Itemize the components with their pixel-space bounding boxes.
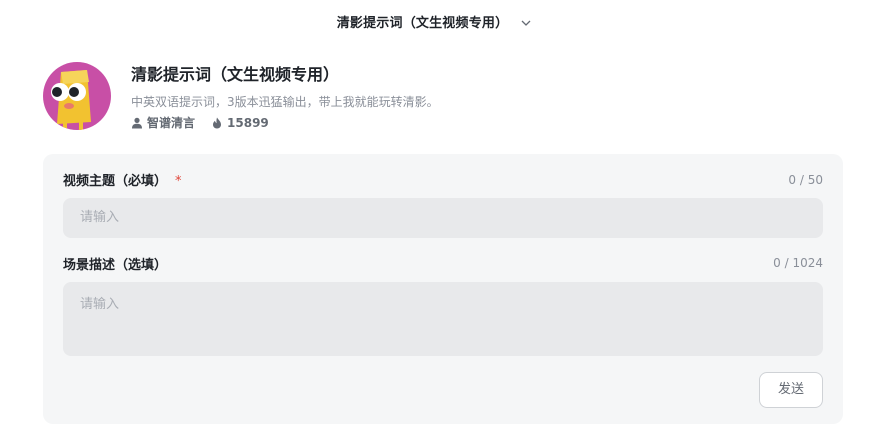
scene-description-textarea[interactable]: 请输入 (63, 282, 823, 356)
agent-author: 智谱清言 (131, 115, 195, 131)
agent-description: 中英双语提示词，3版本迅猛输出，带上我就能玩转清影。 (131, 95, 439, 109)
agent-name: 清影提示词（文生视频专用） (131, 65, 340, 84)
char-counter-scene-description: 0 / 1024 (773, 256, 823, 270)
chevron-down-icon (520, 14, 532, 26)
topbar-title: 清影提示词（文生视频专用） (336, 15, 509, 31)
agent-avatar (43, 62, 111, 130)
heat-count: 15899 (227, 116, 269, 130)
required-mark: * (175, 174, 182, 189)
scene-description-placeholder: 请输入 (80, 297, 120, 312)
video-topic-placeholder: 请输入 (80, 210, 120, 225)
flame-icon (213, 117, 222, 129)
video-topic-input[interactable]: 请输入 (63, 198, 823, 238)
field-label-video-topic: 视频主题（必填） * (63, 174, 182, 189)
char-counter-video-topic: 0 / 50 (788, 173, 823, 187)
form-card: 视频主题（必填） * 0 / 50 请输入 场景描述（选填） 0 / 1024 请… (43, 154, 843, 424)
field-label-scene-description: 场景描述（选填） (63, 258, 168, 273)
send-button[interactable]: 发送 (759, 372, 823, 408)
agent-heat: 15899 (211, 115, 269, 131)
author-name: 智谱清言 (147, 116, 196, 130)
agent-title-dropdown[interactable]: 清影提示词（文生视频专用） (0, 0, 869, 42)
agent-header: 清影提示词（文生视频专用） 中英双语提示词，3版本迅猛输出，带上我就能玩转清影。… (43, 62, 439, 131)
user-icon (132, 117, 142, 129)
